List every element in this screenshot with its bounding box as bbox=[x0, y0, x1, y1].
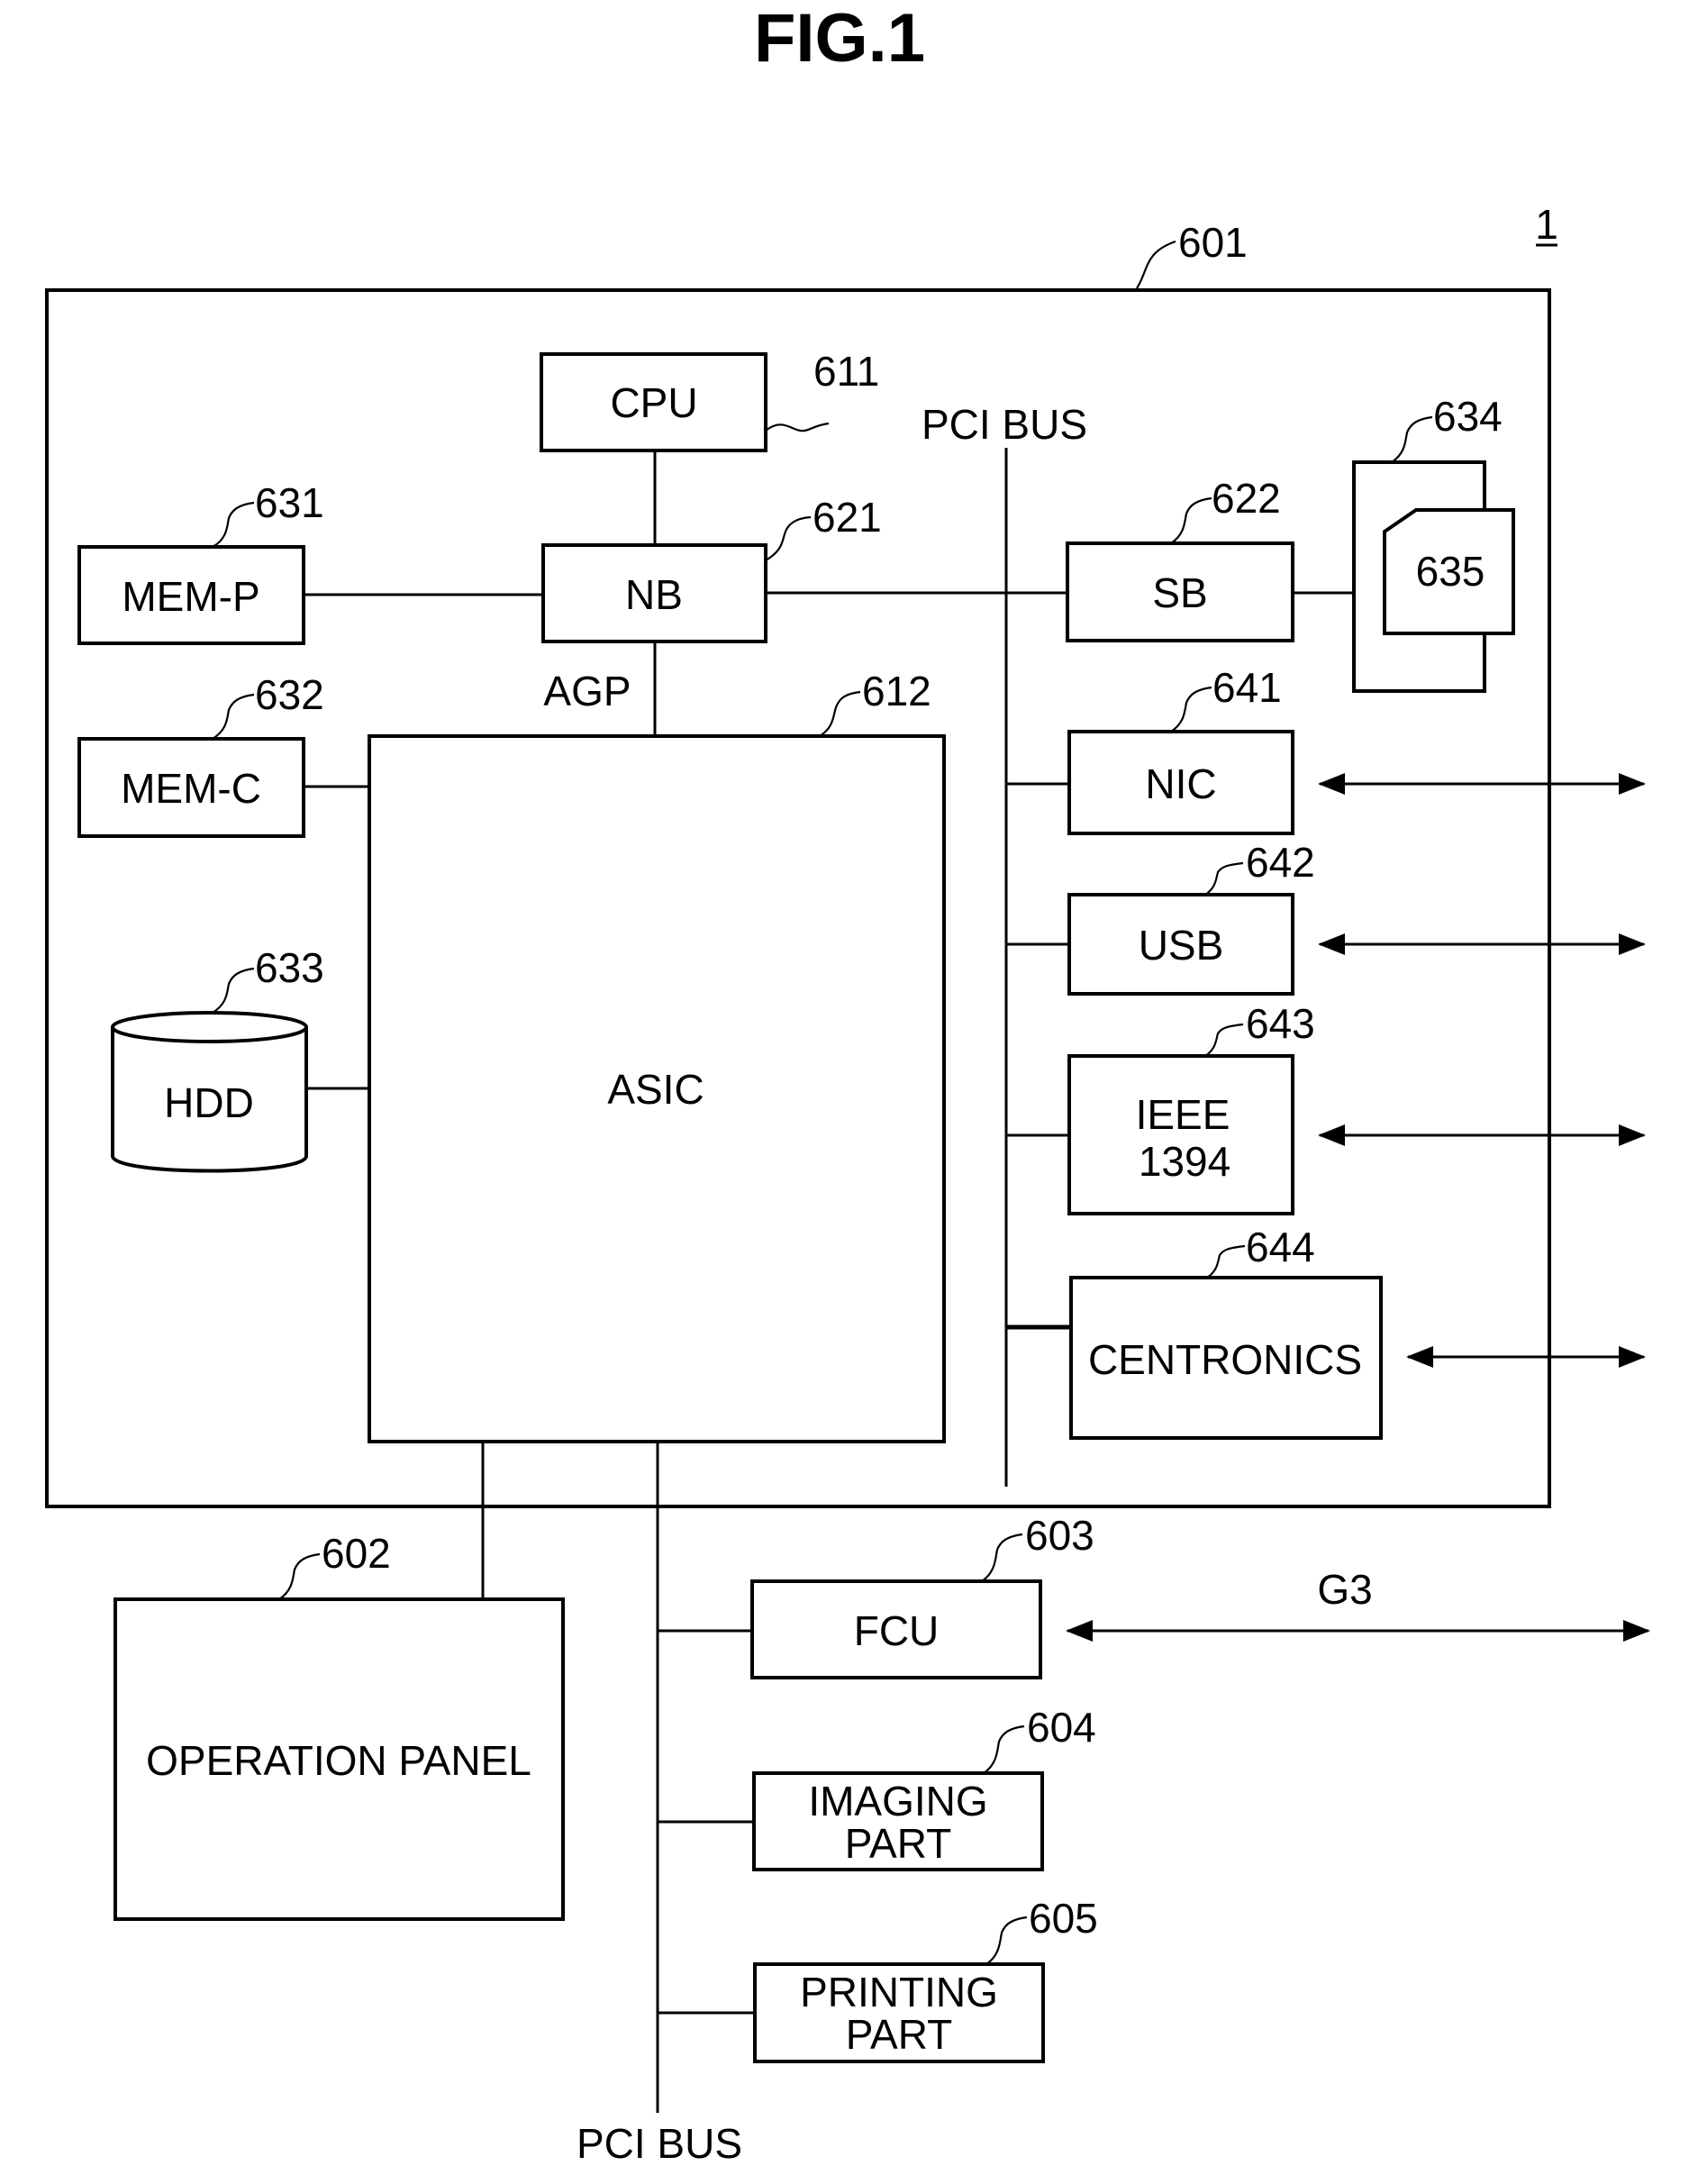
imaging-part-ref-leader bbox=[983, 1724, 1025, 1774]
operation-panel-block: OPERATION PANEL 602 bbox=[114, 1530, 565, 1921]
operation-panel-label: OPERATION PANEL bbox=[146, 1737, 531, 1784]
operation-panel-ref-leader bbox=[278, 1552, 321, 1600]
cpu-ref: 611 bbox=[813, 348, 879, 395]
mem-p-block: MEM-P 631 bbox=[77, 479, 324, 645]
ieee1394-label-line1: IEEE bbox=[1136, 1091, 1230, 1138]
block-diagram: FIG.1 1 601 PCI BUS PCI BUS G3 CPU 611 N… bbox=[45, 0, 1650, 2167]
sb-ref: 622 bbox=[1212, 475, 1281, 522]
hdd-top bbox=[111, 1011, 308, 1043]
nb-label: NB bbox=[625, 571, 683, 618]
mem-p-label: MEM-P bbox=[122, 573, 259, 620]
ieee1394-ref: 643 bbox=[1246, 1000, 1315, 1047]
memory-card-label: 635 bbox=[1416, 548, 1485, 595]
imaging-part-label-line1: IMAGING bbox=[808, 1778, 987, 1825]
figure-title: FIG.1 bbox=[754, 0, 925, 77]
hdd-label: HDD bbox=[164, 1079, 254, 1126]
pci-bus-top-label: PCI BUS bbox=[922, 401, 1087, 448]
centronics-ref-leader bbox=[1206, 1244, 1246, 1279]
imaging-part-block: IMAGING PART 604 bbox=[752, 1704, 1096, 1871]
printing-part-ref-leader bbox=[985, 1916, 1028, 1965]
imaging-part-ref: 604 bbox=[1027, 1704, 1096, 1751]
mem-c-block: MEM-C 632 bbox=[77, 671, 324, 838]
nic-label: NIC bbox=[1145, 760, 1216, 807]
nic-ref-leader bbox=[1170, 686, 1212, 733]
asic-block: ASIC 612 bbox=[368, 668, 946, 1443]
controller-ref: 601 bbox=[1178, 219, 1248, 266]
ieee1394-label-line2: 1394 bbox=[1139, 1138, 1230, 1185]
sb-block: SB 622 bbox=[1066, 475, 1294, 642]
card-slot-ref-leader bbox=[1391, 415, 1433, 463]
fcu-label: FCU bbox=[854, 1607, 940, 1654]
ieee1394-block: IEEE 1394 643 bbox=[1067, 1000, 1315, 1215]
asic-label: ASIC bbox=[607, 1066, 704, 1113]
printing-part-label-line2: PART bbox=[846, 2011, 952, 2058]
usb-ref: 642 bbox=[1246, 839, 1315, 886]
sb-label: SB bbox=[1152, 569, 1207, 616]
hdd-ref: 633 bbox=[255, 944, 324, 991]
centronics-label: CENTRONICS bbox=[1088, 1336, 1362, 1383]
mem-p-ref: 631 bbox=[255, 479, 324, 526]
asic-ref: 612 bbox=[862, 668, 931, 714]
nic-block: NIC 641 bbox=[1067, 664, 1294, 835]
nic-ref: 641 bbox=[1212, 664, 1282, 711]
mem-c-ref-leader bbox=[212, 693, 255, 740]
g3-label: G3 bbox=[1317, 1566, 1372, 1613]
agp-label: AGP bbox=[543, 668, 631, 714]
pci-bus-bottom-label: PCI BUS bbox=[577, 2120, 742, 2167]
nb-ref: 621 bbox=[813, 494, 882, 541]
mem-c-ref: 632 bbox=[255, 671, 324, 718]
device-ref: 1 bbox=[1535, 201, 1558, 248]
usb-label: USB bbox=[1139, 922, 1224, 969]
sb-ref-leader bbox=[1170, 496, 1212, 544]
hdd-ref-leader bbox=[212, 967, 255, 1014]
usb-block: USB 642 bbox=[1067, 839, 1315, 996]
imaging-part-label-line2: PART bbox=[845, 1820, 951, 1867]
mem-p-ref-leader bbox=[212, 501, 255, 548]
nb-block: NB 621 bbox=[541, 494, 882, 643]
cpu-block: CPU 611 bbox=[540, 348, 879, 452]
controller-ref-leader bbox=[1136, 240, 1176, 289]
fcu-ref-leader bbox=[981, 1533, 1023, 1582]
cpu-label: CPU bbox=[610, 379, 697, 426]
cpu-ref-leader bbox=[765, 422, 830, 432]
ieee1394-ref-leader bbox=[1204, 1023, 1244, 1057]
printing-part-ref: 605 bbox=[1029, 1895, 1098, 1942]
asic-ref-leader bbox=[819, 690, 861, 737]
centronics-block: CENTRONICS 644 bbox=[1069, 1224, 1383, 1440]
fcu-block: FCU 603 bbox=[750, 1512, 1094, 1679]
nb-ref-leader bbox=[765, 515, 812, 561]
fcu-ref: 603 bbox=[1025, 1512, 1094, 1559]
operation-panel-ref: 602 bbox=[322, 1530, 391, 1577]
printing-part-block: PRINTING PART 605 bbox=[753, 1895, 1098, 2063]
centronics-ref: 644 bbox=[1246, 1224, 1315, 1270]
usb-ref-leader bbox=[1204, 861, 1244, 896]
hdd-block: HDD 633 bbox=[111, 944, 324, 1173]
card-slot-ref: 634 bbox=[1433, 393, 1503, 440]
device-ref-label: 1 bbox=[1535, 201, 1558, 248]
mem-c-label: MEM-C bbox=[121, 765, 261, 812]
printing-part-label-line1: PRINTING bbox=[800, 1969, 998, 2016]
card-slot-block: 635 634 bbox=[1352, 393, 1515, 693]
